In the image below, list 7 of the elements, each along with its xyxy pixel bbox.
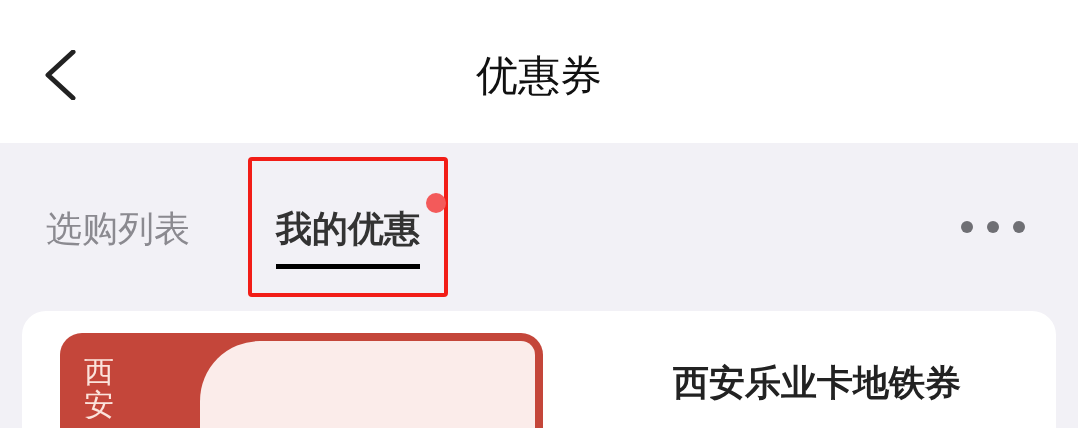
coupon-card[interactable]: 西安 西安乐业卡地铁券 (22, 311, 1056, 428)
more-icon[interactable] (960, 220, 1026, 234)
coupon-side-text: 西安 (84, 355, 114, 421)
page-title: 优惠券 (476, 49, 602, 102)
tab[interactable]: 我的优惠 (276, 195, 420, 269)
back-icon[interactable] (44, 50, 76, 100)
coupon-name: 西安乐业卡地铁券 (673, 361, 961, 405)
